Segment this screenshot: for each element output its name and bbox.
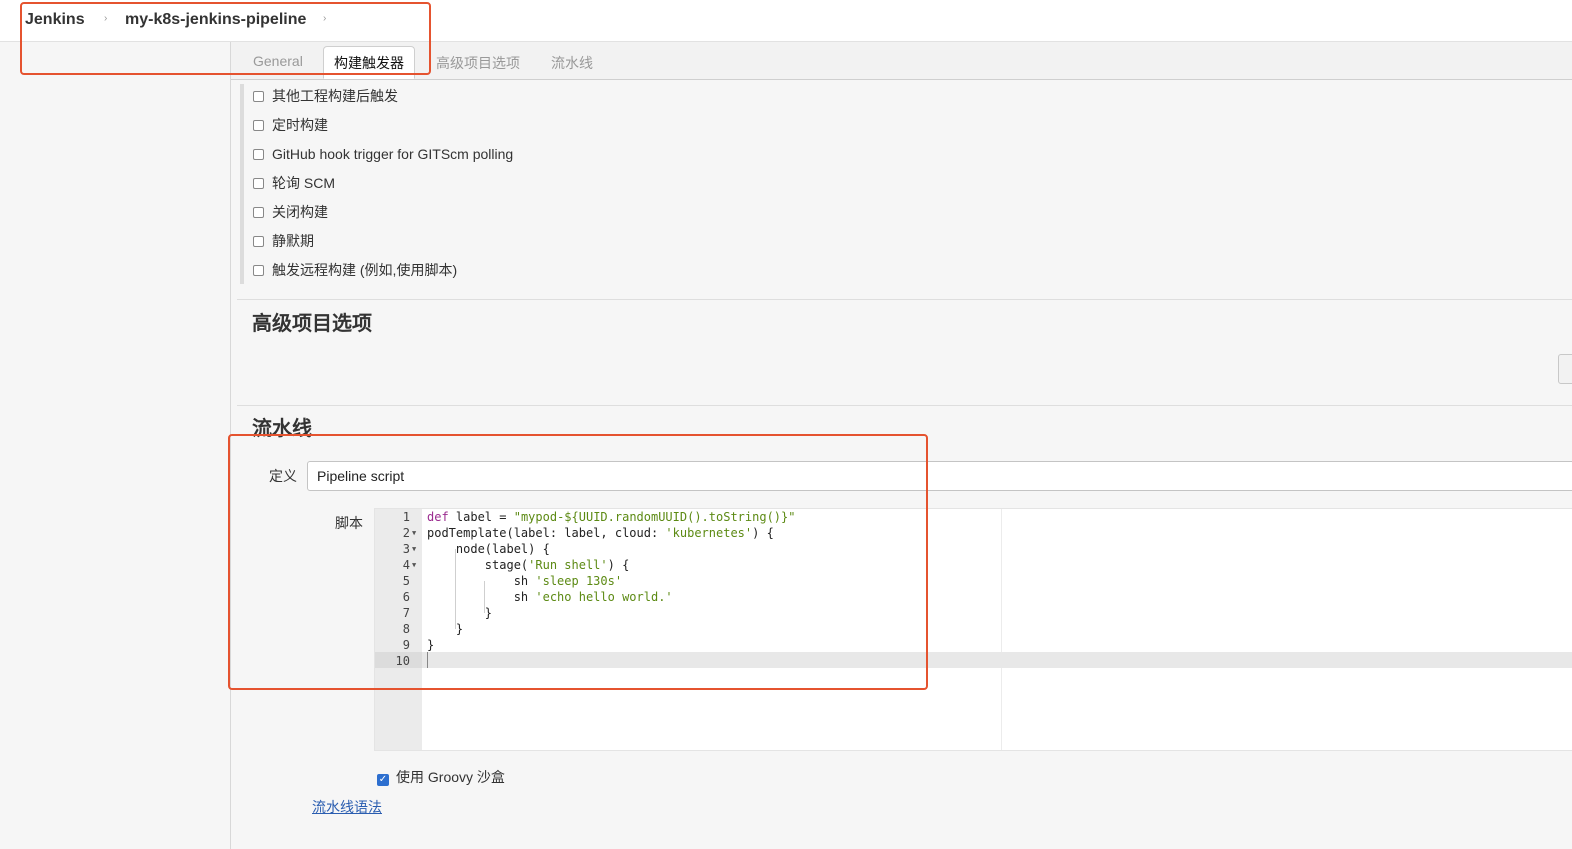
section-divider <box>237 405 1572 406</box>
trigger-label: 轮询 SCM <box>272 175 335 191</box>
trigger-label: 触发远程构建 (例如,使用脚本) <box>272 262 458 278</box>
section-indent-bar <box>240 84 244 284</box>
trigger-label: 静默期 <box>272 233 314 249</box>
config-tabs: General 构建触发器 高级项目选项 流水线 <box>231 42 1572 80</box>
checkmark-icon[interactable]: ✓ <box>377 774 389 786</box>
checkbox[interactable] <box>253 119 264 131</box>
checkbox[interactable] <box>253 90 264 102</box>
advanced-button[interactable] <box>1558 354 1572 384</box>
trigger-quiet-period[interactable]: 静默期 <box>253 231 314 251</box>
annotation-box-breadcrumb <box>20 2 431 75</box>
trigger-after-other-projects[interactable]: 其他工程构建后触发 <box>253 86 398 106</box>
checkbox[interactable] <box>253 235 264 247</box>
trigger-periodic-build[interactable]: 定时构建 <box>253 115 328 135</box>
checkbox[interactable] <box>253 177 264 189</box>
checkbox[interactable] <box>253 206 264 218</box>
checkbox[interactable] <box>253 264 264 276</box>
trigger-poll-scm[interactable]: 轮询 SCM <box>253 173 335 193</box>
pipeline-syntax-link[interactable]: 流水线语法 <box>312 797 382 817</box>
checkbox[interactable] <box>253 148 264 160</box>
groovy-sandbox-option[interactable]: ✓ 使用 Groovy 沙盒 <box>377 767 505 787</box>
trigger-remote-build[interactable]: 触发远程构建 (例如,使用脚本) <box>253 260 457 280</box>
tab-advanced-options[interactable]: 高级项目选项 <box>436 53 520 73</box>
section-divider <box>237 299 1572 300</box>
trigger-label: 定时构建 <box>272 117 328 133</box>
tab-pipeline[interactable]: 流水线 <box>551 53 593 73</box>
trigger-disable-build[interactable]: 关闭构建 <box>253 202 328 222</box>
trigger-github-hook[interactable]: GitHub hook trigger for GITScm polling <box>253 144 513 164</box>
sandbox-label: 使用 Groovy 沙盒 <box>396 769 505 785</box>
annotation-box-pipeline <box>228 434 928 690</box>
trigger-label: GitHub hook trigger for GITScm polling <box>272 146 514 162</box>
section-title-advanced: 高级项目选项 <box>252 313 372 335</box>
trigger-label: 关闭构建 <box>272 204 328 220</box>
print-margin <box>1001 509 1002 750</box>
trigger-label: 其他工程构建后触发 <box>272 88 398 104</box>
sidebar <box>0 42 231 849</box>
